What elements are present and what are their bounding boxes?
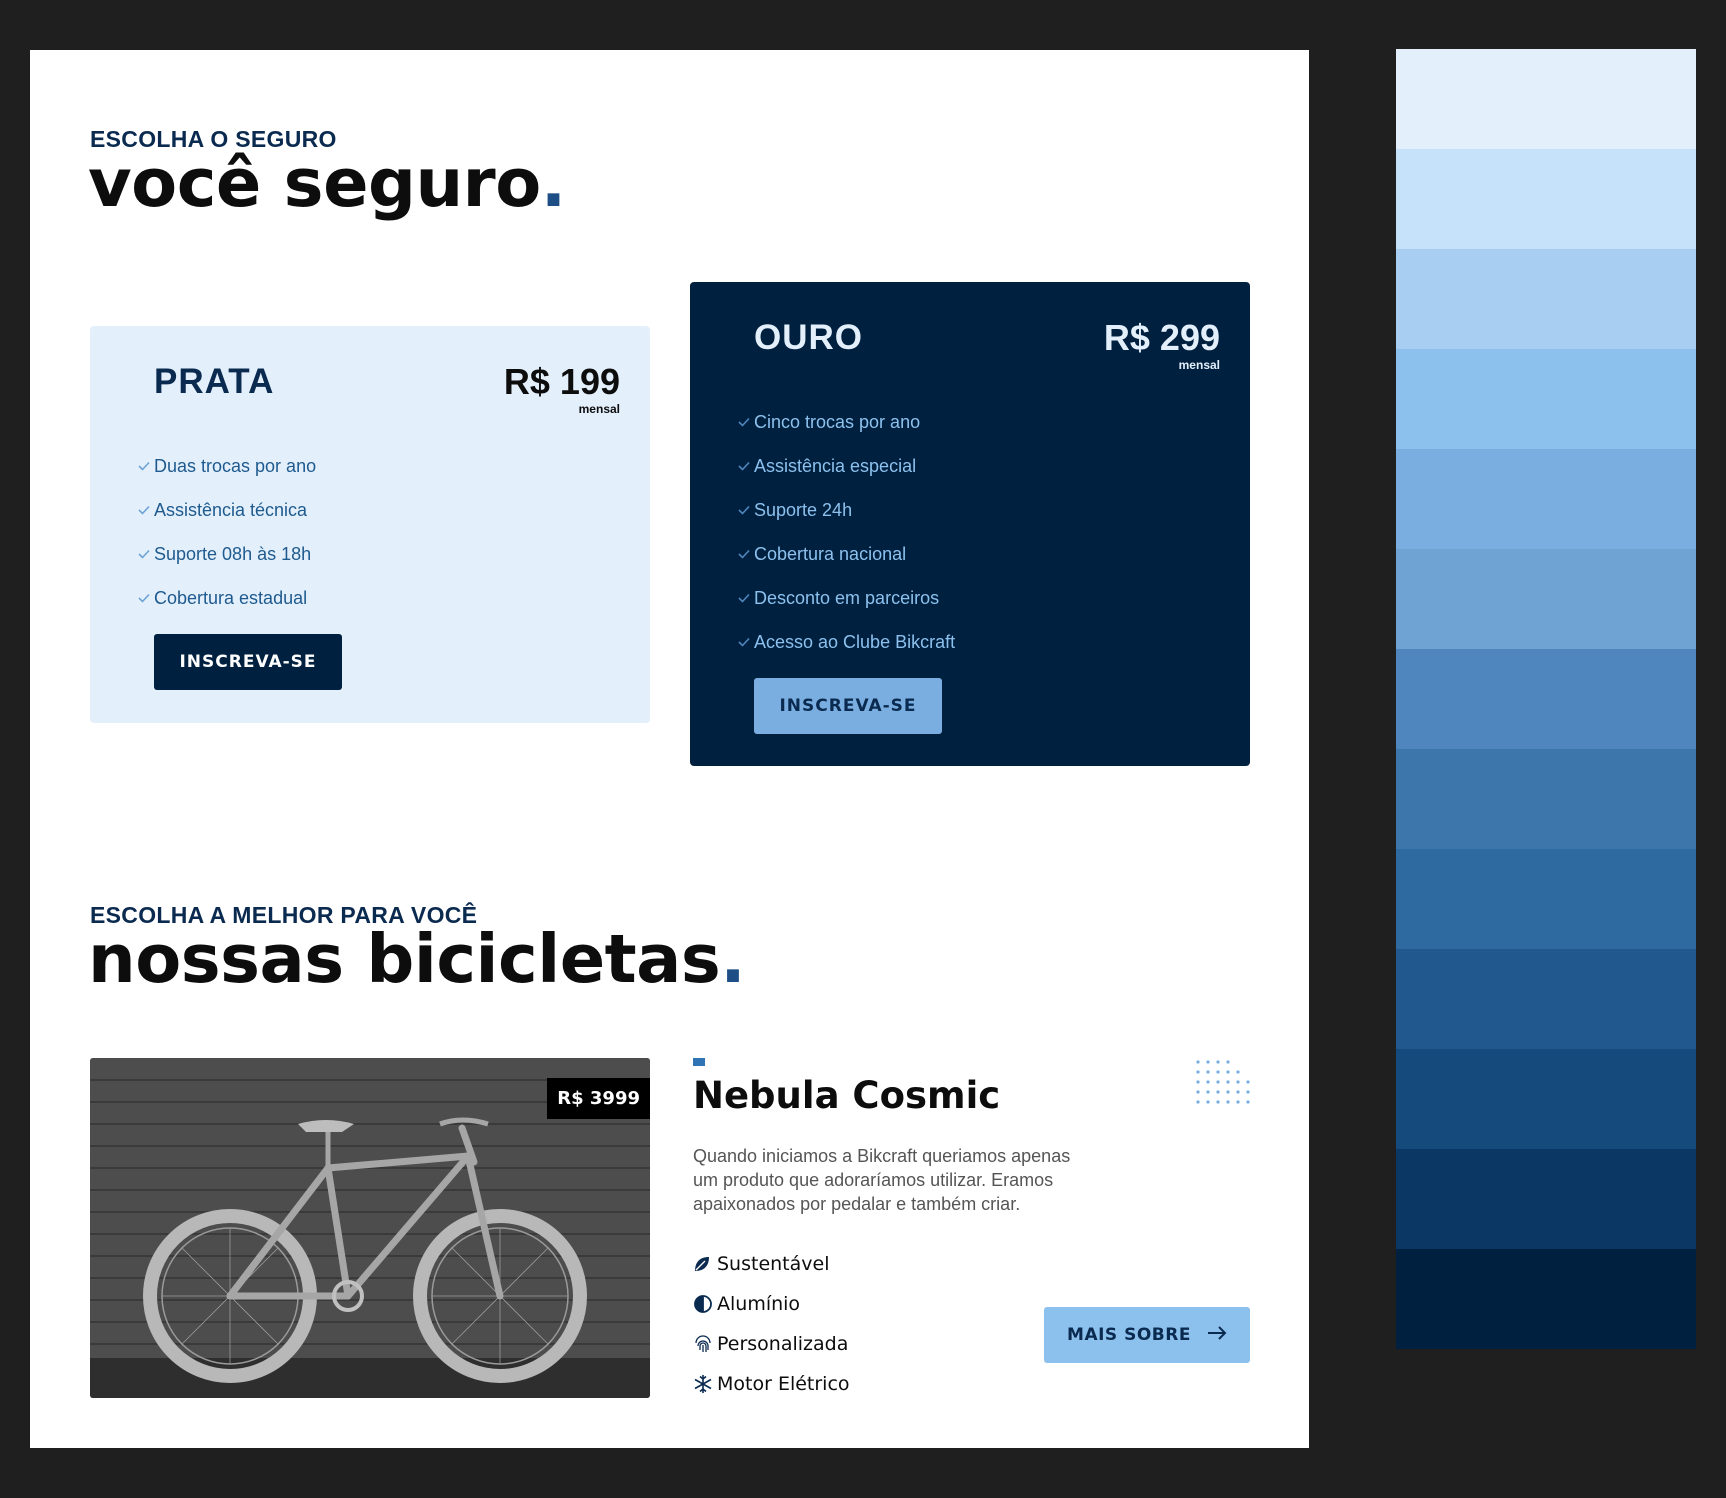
plan-feature-label: Suporte 08h às 18h <box>154 543 312 564</box>
plan-feature: Cinco trocas por ano <box>734 400 955 444</box>
plan-feature-list: Duas trocas por ano Assistência técnica … <box>134 444 316 620</box>
bike-spec-label: Personalizada <box>717 1333 849 1355</box>
plan-feature: Assistência especial <box>734 444 955 488</box>
title-accent-dot: . <box>540 144 566 222</box>
color-swatch <box>1396 649 1696 749</box>
color-swatch <box>1396 1249 1696 1349</box>
plan-feature: Acesso ao Clube Bikcraft <box>734 620 955 664</box>
color-swatch <box>1396 249 1696 349</box>
check-icon <box>734 637 754 647</box>
plan-name: OURO <box>754 318 863 357</box>
bike-spec-list: Sustentável Alumínio Personalizada Motor… <box>693 1244 850 1404</box>
subscribe-button-prata[interactable]: INSCREVA-SE <box>154 634 342 690</box>
color-swatch <box>1396 1149 1696 1249</box>
plan-feature-label: Cobertura nacional <box>754 543 907 564</box>
plan-price-period: mensal <box>578 402 620 416</box>
page-canvas: ESCOLHA O SEGURO você seguro. PRATA R$ 1… <box>30 50 1309 1448</box>
bike-spec: Motor Elétrico <box>693 1364 850 1404</box>
plan-feature-label: Cinco trocas por ano <box>754 411 921 432</box>
plan-name: PRATA <box>154 362 275 401</box>
check-icon <box>134 593 154 603</box>
plan-feature-list: Cinco trocas por ano Assistência especia… <box>734 400 955 664</box>
check-icon <box>734 593 754 603</box>
plan-price-amount: R$ 299 <box>1103 317 1220 358</box>
bike-spec: Personalizada <box>693 1324 850 1364</box>
subscribe-button-ouro[interactable]: INSCREVA-SE <box>754 678 942 734</box>
check-icon <box>734 461 754 471</box>
bikes-title: nossas bicicletas. <box>88 920 746 998</box>
insurance-title: você seguro. <box>88 144 566 222</box>
more-about-label: MAIS SOBRE <box>1067 1325 1191 1345</box>
plan-feature: Desconto em parceiros <box>734 576 955 620</box>
plan-feature-label: Cobertura estadual <box>154 587 308 608</box>
color-swatch <box>1396 949 1696 1049</box>
half-circle-icon <box>693 1294 717 1314</box>
accent-bar <box>693 1058 705 1066</box>
plan-feature: Cobertura nacional <box>734 532 955 576</box>
plan-feature: Duas trocas por ano <box>134 444 316 488</box>
check-icon <box>734 417 754 427</box>
check-icon <box>134 549 154 559</box>
bike-info: Nebula Cosmic Quando iniciamos a Bikcraf… <box>693 1058 1250 1398</box>
bike-spec: Alumínio <box>693 1284 850 1324</box>
color-swatch <box>1396 449 1696 549</box>
bike-spec-label: Motor Elétrico <box>717 1373 850 1395</box>
check-icon <box>134 505 154 515</box>
plan-feature-label: Desconto em parceiros <box>754 587 940 608</box>
bikes-title-text: nossas bicicletas <box>88 920 721 998</box>
color-swatch <box>1396 349 1696 449</box>
check-icon <box>734 549 754 559</box>
bike-spec: Sustentável <box>693 1244 850 1284</box>
snowflake-icon <box>693 1374 717 1394</box>
plan-feature-label: Assistência técnica <box>154 499 308 520</box>
bike-spec-label: Alumínio <box>717 1293 801 1315</box>
bike-photo[interactable]: R$ 3999 <box>90 1058 650 1398</box>
color-swatch <box>1396 849 1696 949</box>
color-swatch <box>1396 549 1696 649</box>
color-swatch <box>1396 1049 1696 1149</box>
bike-description: Quando iniciamos a Bikcraft queriamos ap… <box>693 1146 1071 1214</box>
decorative-dots-icon <box>1196 1060 1250 1104</box>
plan-card-ouro: OURO R$ 299 mensal Cinco trocas por ano … <box>690 282 1250 766</box>
plan-price-period: mensal <box>1178 358 1220 372</box>
bike-spec-label: Sustentável <box>717 1253 830 1275</box>
plan-feature-label: Duas trocas por ano <box>154 455 317 476</box>
plan-price: R$ 299 mensal <box>1103 317 1220 373</box>
bike-price-tag: R$ 3999 <box>547 1078 650 1119</box>
plan-feature: Suporte 08h às 18h <box>134 532 316 576</box>
fingerprint-icon <box>693 1334 717 1354</box>
bike-name: Nebula Cosmic <box>693 1074 1001 1117</box>
title-accent-dot: . <box>720 920 746 998</box>
leaf-icon <box>693 1254 717 1274</box>
arrow-right-icon <box>1207 1325 1227 1345</box>
plan-card-prata: PRATA R$ 199 mensal Duas trocas por ano … <box>90 326 650 723</box>
plan-feature: Cobertura estadual <box>134 576 316 620</box>
color-swatch <box>1396 49 1696 149</box>
check-icon <box>734 505 754 515</box>
plan-feature-label: Suporte 24h <box>754 499 853 520</box>
insurance-title-text: você seguro <box>88 144 541 222</box>
color-palette <box>1396 49 1696 1349</box>
plan-feature: Assistência técnica <box>134 488 316 532</box>
color-swatch <box>1396 749 1696 849</box>
plan-price: R$ 199 mensal <box>503 361 620 417</box>
plan-feature-label: Assistência especial <box>754 455 917 476</box>
plan-feature-label: Acesso ao Clube Bikcraft <box>754 631 956 652</box>
color-swatch <box>1396 149 1696 249</box>
more-about-button[interactable]: MAIS SOBRE <box>1044 1307 1250 1363</box>
plan-feature: Suporte 24h <box>734 488 955 532</box>
plan-price-amount: R$ 199 <box>503 361 620 402</box>
check-icon <box>134 461 154 471</box>
